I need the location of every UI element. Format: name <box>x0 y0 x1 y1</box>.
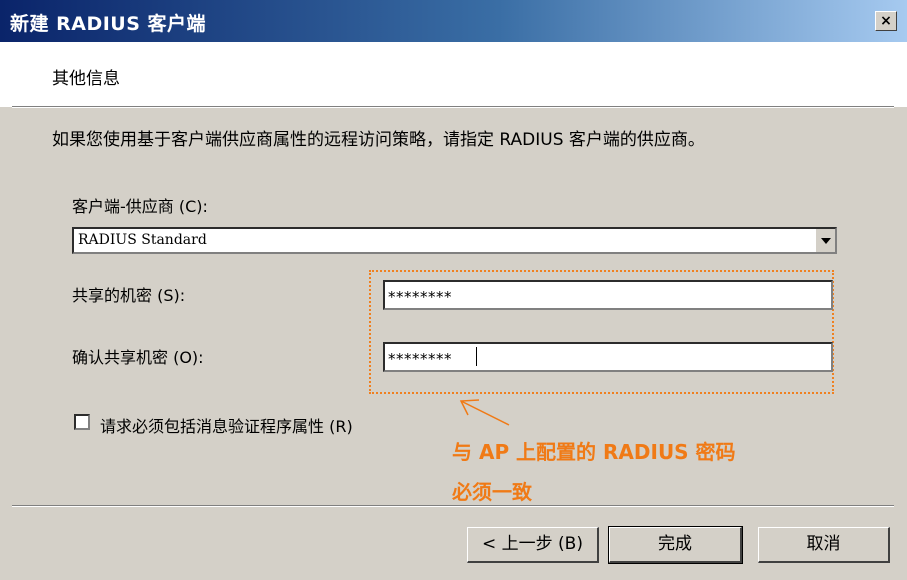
shared-secret-label: 共享的机密 (S): <box>72 286 186 305</box>
annotation-line-2: 必须一致 <box>452 480 532 504</box>
footer-divider <box>12 505 894 507</box>
confirm-secret-value: ******** <box>388 350 452 368</box>
vendor-selected-value: RADIUS Standard <box>78 232 207 248</box>
description-text: 如果您使用基于客户端供应商属性的远程访问策略，请指定 RADIUS 客户端的供应… <box>52 130 705 150</box>
cancel-button[interactable]: 取消 <box>758 527 890 563</box>
chevron-down-icon[interactable] <box>815 229 835 252</box>
back-button[interactable]: < 上一步 (B) <box>467 527 599 563</box>
confirm-secret-label: 确认共享机密 (O): <box>72 348 204 367</box>
title-bar: 新建 RADIUS 客户端 × <box>0 0 907 42</box>
header-divider <box>12 106 894 108</box>
shared-secret-input[interactable]: ******** <box>383 280 833 310</box>
message-auth-label: 请求必须包括消息验证程序属性 (R) <box>100 417 353 436</box>
text-cursor <box>476 347 477 366</box>
confirm-secret-input[interactable]: ******** <box>383 342 833 372</box>
message-auth-checkbox[interactable] <box>74 414 90 430</box>
header-panel: 其他信息 <box>0 42 907 107</box>
section-title: 其他信息 <box>52 69 120 89</box>
vendor-dropdown[interactable]: RADIUS Standard <box>72 227 837 254</box>
shared-secret-value: ******** <box>388 288 452 306</box>
pointer-arrow-icon <box>459 399 510 426</box>
finish-button[interactable]: 完成 <box>608 526 743 564</box>
close-button[interactable]: × <box>875 11 897 31</box>
vendor-label: 客户端-供应商 (C): <box>72 197 208 216</box>
annotation-line-1: 与 AP 上配置的 RADIUS 密码 <box>452 440 736 464</box>
close-icon: × <box>880 13 892 29</box>
window-title: 新建 RADIUS 客户端 <box>10 13 207 35</box>
